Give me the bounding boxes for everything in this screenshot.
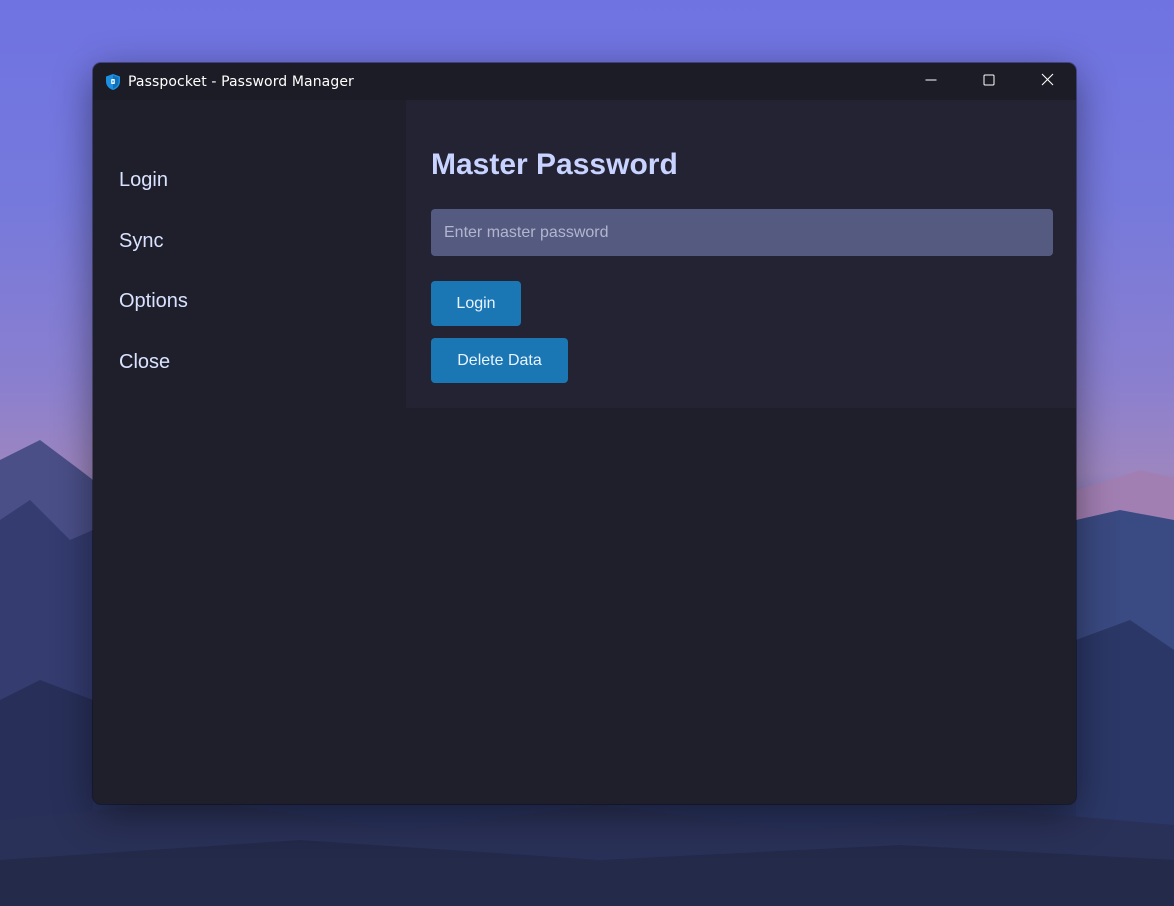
maximize-button[interactable] xyxy=(960,63,1018,100)
close-icon xyxy=(1041,73,1054,90)
sidebar-item-options[interactable]: Options xyxy=(93,271,406,332)
window-title: Passpocket - Password Manager xyxy=(128,73,354,90)
sidebar-item-sync[interactable]: Sync xyxy=(93,211,406,272)
page-title: Master Password xyxy=(431,148,678,181)
window-body: Login Sync Options Close Master Password… xyxy=(93,100,1076,804)
close-button[interactable] xyxy=(1018,63,1076,100)
maximize-icon xyxy=(983,74,995,90)
login-button[interactable]: Login xyxy=(431,281,521,326)
sidebar: Login Sync Options Close xyxy=(93,100,406,804)
sidebar-item-login[interactable]: Login xyxy=(93,150,406,211)
master-password-input[interactable] xyxy=(431,209,1053,256)
minimize-button[interactable] xyxy=(902,63,960,100)
login-card: Master Password Login Delete Data xyxy=(406,100,1076,408)
app-window: Passpocket - Password Manager Login Sync… xyxy=(93,63,1076,804)
minimize-icon xyxy=(925,74,937,90)
main-panel: Master Password Login Delete Data xyxy=(406,100,1076,804)
delete-data-button[interactable]: Delete Data xyxy=(431,338,568,383)
window-controls xyxy=(902,63,1076,100)
title-bar[interactable]: Passpocket - Password Manager xyxy=(93,63,1076,100)
shield-icon xyxy=(104,73,122,91)
sidebar-item-close[interactable]: Close xyxy=(93,332,406,393)
